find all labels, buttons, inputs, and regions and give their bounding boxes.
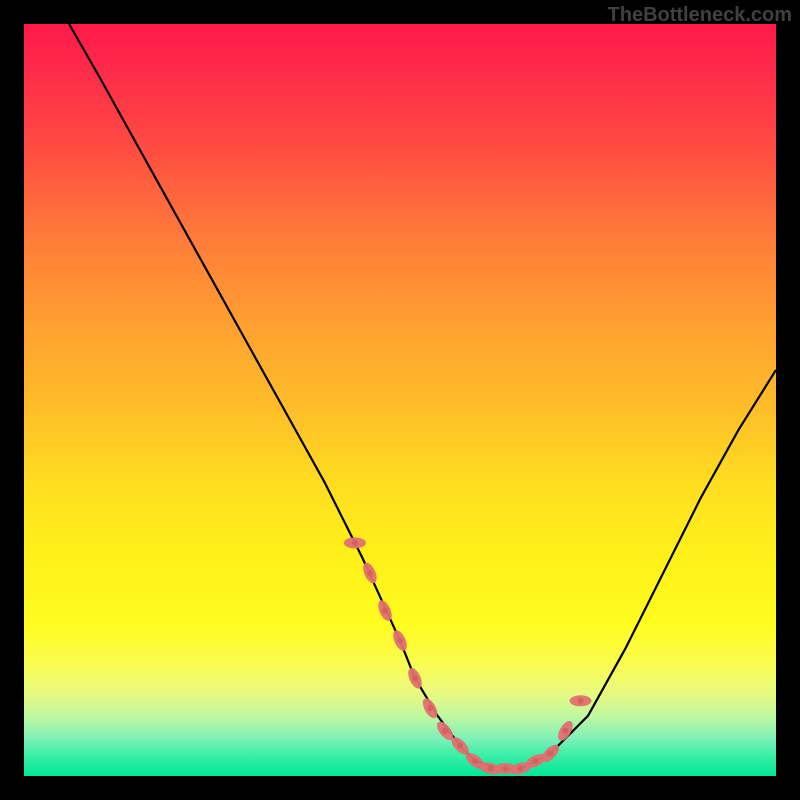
plot-area (24, 24, 776, 776)
watermark-text: TheBottleneck.com (608, 4, 792, 27)
curve-svg (24, 24, 776, 776)
chart-container: TheBottleneck.com (0, 0, 800, 800)
highlight-markers (344, 537, 592, 776)
bottleneck-curve (69, 24, 776, 769)
